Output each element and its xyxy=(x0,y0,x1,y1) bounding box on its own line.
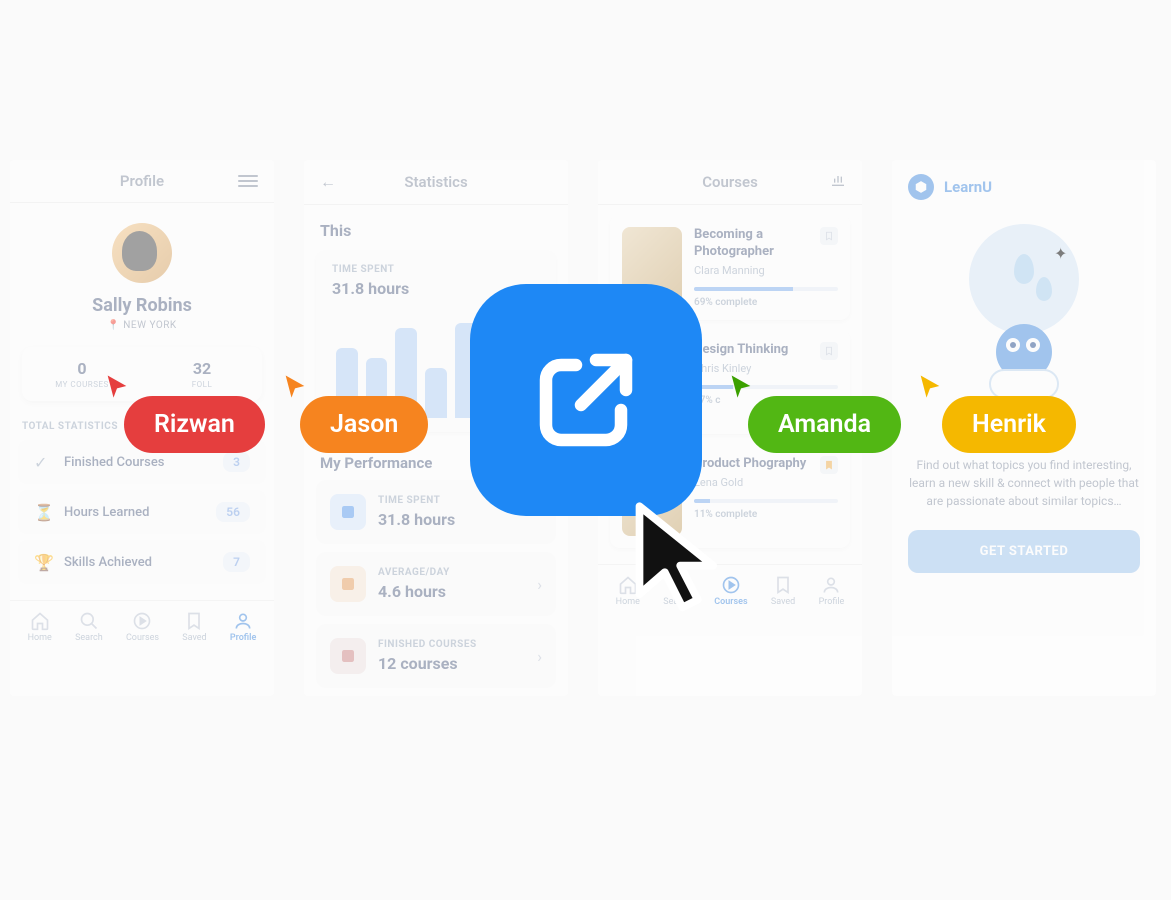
stats-title: Statistics xyxy=(336,173,536,191)
stat-row-label: Hours Learned xyxy=(64,505,216,520)
user-name: Sally Robins xyxy=(10,295,274,316)
profile-title: Profile xyxy=(46,172,238,190)
collaborator-label-amanda[interactable]: Amanda xyxy=(748,396,901,453)
saved-icon xyxy=(773,575,793,595)
nav-saved[interactable]: Saved xyxy=(182,611,206,643)
avatar[interactable] xyxy=(112,223,172,283)
collaborator-label-rizwan[interactable]: Rizwan xyxy=(124,396,265,453)
profile-icon xyxy=(821,575,841,595)
nav-profile[interactable]: Profile xyxy=(230,611,257,643)
course-author: Clara Manning xyxy=(694,264,838,277)
bottom-nav: Home Search Courses Saved Profile xyxy=(10,600,274,653)
saved-icon xyxy=(184,611,204,631)
trophy-icon: 🏆 xyxy=(34,553,52,572)
stat-row-1[interactable]: ⏳ Hours Learned 56 xyxy=(18,490,266,534)
nav-profile[interactable]: Profile xyxy=(819,575,845,607)
stat-row-value: 7 xyxy=(223,552,250,572)
course-author: Lena Gold xyxy=(694,476,838,489)
hamburger-icon[interactable] xyxy=(238,175,258,187)
hourglass-icon: ⏳ xyxy=(34,503,52,522)
onboarding-illustration: ✦ xyxy=(954,224,1094,404)
stat-followers[interactable]: 32 FOLL xyxy=(142,347,262,401)
profile-icon xyxy=(233,611,253,631)
main-cursor-icon xyxy=(623,497,733,625)
period-label: This xyxy=(304,205,568,250)
get-started-button[interactable]: GET STARTED xyxy=(908,530,1140,573)
nav-home[interactable]: Home xyxy=(28,611,52,643)
perf-row-icon xyxy=(330,638,366,674)
stat-row-value: 3 xyxy=(223,452,250,472)
check-icon: ✓ xyxy=(34,453,52,472)
bookmark-icon[interactable] xyxy=(820,342,838,360)
course-name: Product Phography xyxy=(694,456,838,473)
stats-icon[interactable] xyxy=(830,172,846,192)
collaborator-cursor-icon xyxy=(916,372,944,404)
courses-title: Courses xyxy=(630,173,830,191)
search-icon xyxy=(79,611,99,631)
progress-bar xyxy=(694,385,838,389)
chevron-right-icon: › xyxy=(537,575,542,594)
perf-row-icon xyxy=(330,494,366,530)
course-name: Becoming a Photographer xyxy=(694,227,838,261)
perf-row-1[interactable]: AVERAGE/DAY 4.6 hours › xyxy=(316,552,556,616)
nav-saved[interactable]: Saved xyxy=(771,575,795,607)
onboarding-subtitle: Find out what topics you find interestin… xyxy=(892,456,1156,510)
collaborator-cursor-icon xyxy=(103,372,131,404)
progress-label: 69% complete xyxy=(694,297,838,308)
stat-row-2[interactable]: 🏆 Skills Achieved 7 xyxy=(18,540,266,584)
chart-bar xyxy=(425,368,447,418)
perf-row-2[interactable]: FINISHED COURSES 12 courses › xyxy=(316,624,556,688)
brand-logo-icon xyxy=(908,174,934,200)
bookmark-icon[interactable] xyxy=(820,456,838,474)
perf-row-icon xyxy=(330,566,366,602)
course-name: Design Thinking xyxy=(694,342,838,359)
back-icon[interactable]: ← xyxy=(320,172,336,192)
course-author: Chris Kinley xyxy=(694,362,838,375)
nav-courses[interactable]: Courses xyxy=(126,611,159,643)
collaborator-cursor-icon xyxy=(281,372,309,404)
collaborator-label-henrik[interactable]: Henrik xyxy=(942,396,1076,453)
stat-row-label: Finished Courses xyxy=(64,455,223,470)
courses-icon xyxy=(132,611,152,631)
chevron-right-icon: › xyxy=(537,647,542,666)
user-location: 📍 NEW YORK xyxy=(10,320,274,331)
collaborator-cursor-icon xyxy=(727,372,755,404)
bookmark-icon[interactable] xyxy=(820,227,838,245)
stat-row-value: 56 xyxy=(216,502,250,522)
stat-row-label: Skills Achieved xyxy=(64,555,223,570)
external-link-app-icon[interactable] xyxy=(470,284,702,516)
progress-bar xyxy=(694,287,838,291)
home-icon xyxy=(30,611,50,631)
collaborator-label-jason[interactable]: Jason xyxy=(300,396,428,453)
brand-name: LearnU xyxy=(944,178,992,196)
nav-search[interactable]: Search xyxy=(75,611,103,643)
